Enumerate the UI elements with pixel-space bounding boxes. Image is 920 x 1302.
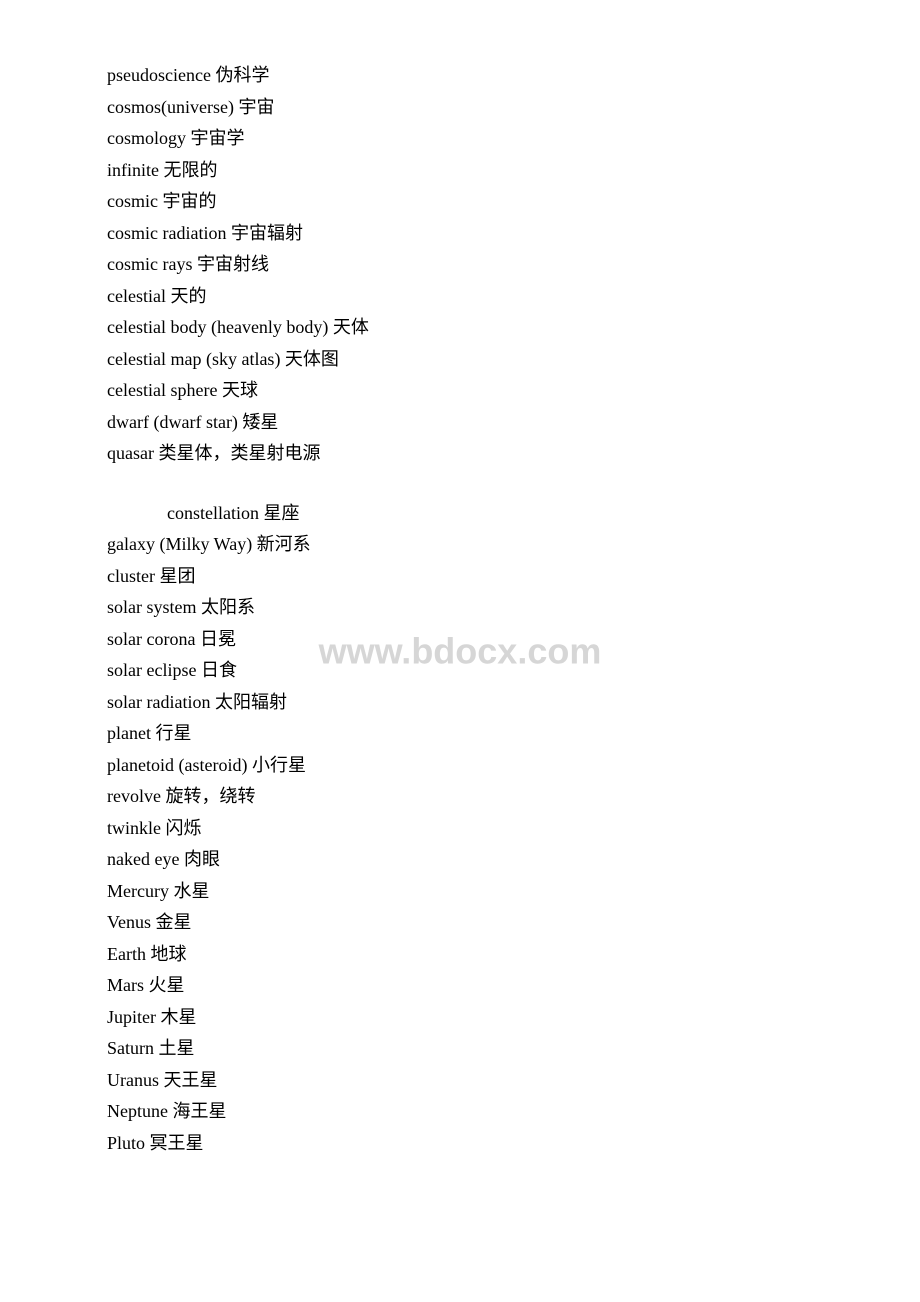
list-item: Earth 地球 bbox=[107, 939, 840, 971]
list-item: Mars 火星 bbox=[107, 970, 840, 1002]
list-item: celestial sphere 天球 bbox=[107, 375, 840, 407]
list-item: cosmology 宇宙学 bbox=[107, 123, 840, 155]
list-item: Jupiter 木星 bbox=[107, 1002, 840, 1034]
list-item: Uranus 天王星 bbox=[107, 1065, 840, 1097]
list-item: galaxy (Milky Way) 新河系 bbox=[107, 529, 840, 561]
list-item: solar eclipse 日食 bbox=[107, 655, 840, 687]
list-item: Venus 金星 bbox=[107, 907, 840, 939]
list-item: solar radiation 太阳辐射 bbox=[107, 687, 840, 719]
list-item: solar corona 日冕 bbox=[107, 624, 840, 656]
list-item: celestial 天的 bbox=[107, 281, 840, 313]
list-item: Saturn 土星 bbox=[107, 1033, 840, 1065]
list-item: Mercury 水星 bbox=[107, 876, 840, 908]
group2: constellation 星座galaxy (Milky Way) 新河系cl… bbox=[107, 498, 840, 1160]
list-item: cosmic radiation 宇宙辐射 bbox=[107, 218, 840, 250]
list-item: Neptune 海王星 bbox=[107, 1096, 840, 1128]
list-item: cosmos(universe) 宇宙 bbox=[107, 92, 840, 124]
group-spacer bbox=[107, 470, 840, 498]
list-item: Pluto 冥王星 bbox=[107, 1128, 840, 1160]
list-item: planetoid (asteroid) 小行星 bbox=[107, 750, 840, 782]
list-item: dwarf (dwarf star) 矮星 bbox=[107, 407, 840, 439]
list-item: infinite 无限的 bbox=[107, 155, 840, 187]
list-item: celestial map (sky atlas) 天体图 bbox=[107, 344, 840, 376]
list-item: quasar 类星体，类星射电源 bbox=[107, 438, 840, 470]
list-item: revolve 旋转，绕转 bbox=[107, 781, 840, 813]
list-item: cluster 星团 bbox=[107, 561, 840, 593]
list-item: naked eye 肉眼 bbox=[107, 844, 840, 876]
list-item: solar system 太阳系 bbox=[107, 592, 840, 624]
list-item: cosmic rays 宇宙射线 bbox=[107, 249, 840, 281]
list-item: cosmic 宇宙的 bbox=[107, 186, 840, 218]
list-item: pseudoscience 伪科学 bbox=[107, 60, 840, 92]
list-item: twinkle 闪烁 bbox=[107, 813, 840, 845]
group1: pseudoscience 伪科学cosmos(universe) 宇宙cosm… bbox=[107, 60, 840, 470]
list-item: constellation 星座 bbox=[107, 498, 840, 530]
list-item: planet 行星 bbox=[107, 718, 840, 750]
vocabulary-list: pseudoscience 伪科学cosmos(universe) 宇宙cosm… bbox=[107, 60, 840, 1159]
list-item: celestial body (heavenly body) 天体 bbox=[107, 312, 840, 344]
